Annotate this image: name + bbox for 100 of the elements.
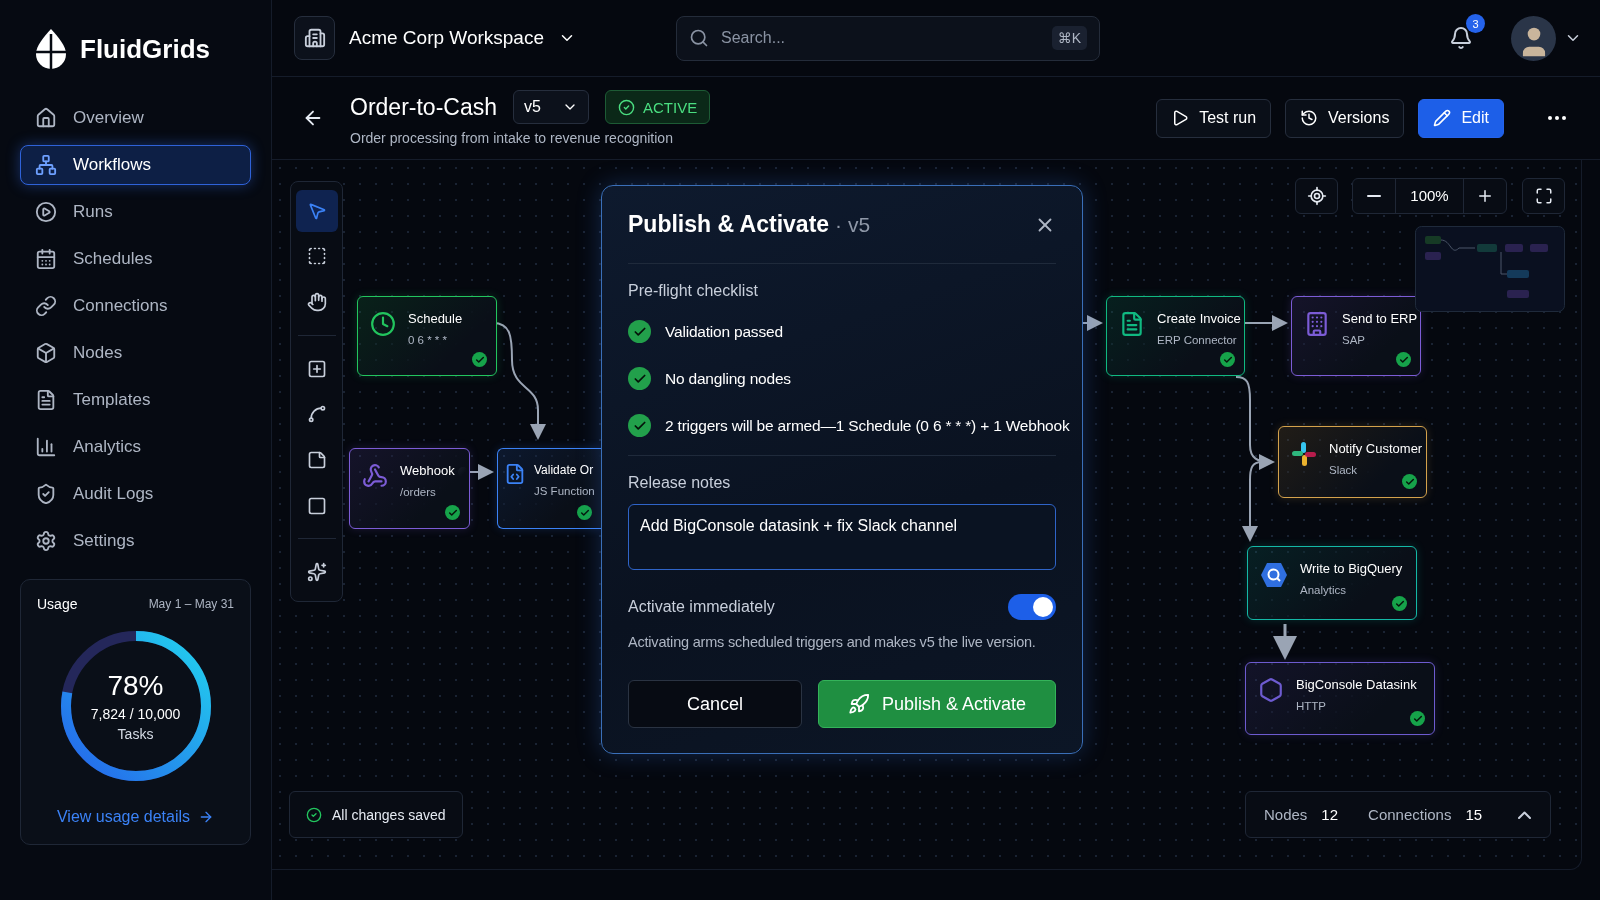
edit-button[interactable]: Edit xyxy=(1418,98,1504,138)
help-text: Activating arms scheduled triggers and makes v5 the live version. xyxy=(628,634,1037,650)
sidebar-item[interactable]: Connections xyxy=(20,286,251,326)
node-title: Write to BigQuery xyxy=(1300,561,1403,576)
save-status-text: All changes saved xyxy=(332,806,446,823)
notification-count: 3 xyxy=(1466,14,1485,33)
workflow-node[interactable]: Webhook /orders xyxy=(349,448,470,529)
sidebar-item[interactable]: Analytics xyxy=(20,427,251,467)
hand-icon xyxy=(306,292,327,313)
workflow-node[interactable]: Validate Or JS Function xyxy=(497,448,601,529)
nav-icon xyxy=(35,201,57,223)
connector xyxy=(458,464,494,480)
sidebar-item[interactable]: Settings xyxy=(20,521,251,561)
node-title: BigConsole Datasink xyxy=(1296,677,1417,692)
toggle-label: Activate immediately xyxy=(628,598,775,616)
version-select[interactable]: v5 xyxy=(513,90,589,124)
sidebar-item[interactable]: Audit Logs xyxy=(20,474,251,514)
usage-period: May 1 – May 31 xyxy=(148,597,234,611)
sidebar-item[interactable]: Runs xyxy=(20,192,251,232)
shortcut-hint: ⌘K xyxy=(1051,26,1087,50)
nav-icon xyxy=(35,530,57,552)
brand-name: FluidGrids xyxy=(80,33,210,65)
test-button[interactable]: Test run xyxy=(1156,98,1272,138)
publish-button[interactable]: Publish & Activate xyxy=(818,680,1056,728)
sidebar-item[interactable]: Templates xyxy=(20,380,251,420)
check-icon xyxy=(1402,474,1417,489)
usage-unit: Tasks xyxy=(117,726,154,742)
frame-icon xyxy=(306,495,327,516)
rocket-icon xyxy=(847,693,870,715)
checklist-item: 2 triggers will be armed—1 Schedule (0 6 * * *) + 1 Webhook xyxy=(665,416,1070,435)
building-icon xyxy=(1304,311,1330,337)
stat-value: 12 xyxy=(1321,806,1339,823)
nav-icon xyxy=(35,107,57,129)
workflow-node[interactable]: Notify Customer Slack xyxy=(1278,426,1427,498)
marquee-select-icon xyxy=(306,246,327,267)
nav-icon xyxy=(35,295,57,317)
check-icon xyxy=(472,352,487,367)
sidebar-item[interactable]: Nodes xyxy=(20,333,251,373)
workflow-node[interactable]: Create Invoice ERP Connector xyxy=(1106,296,1245,376)
check-circle-icon xyxy=(618,98,635,116)
workflow-node[interactable]: Send to ERP SAP xyxy=(1291,296,1421,376)
node-title: Validate Or xyxy=(534,463,595,477)
workflow-node[interactable]: Write to BigQuery Analytics xyxy=(1247,546,1417,620)
checklist-item: Validation passed xyxy=(665,322,783,341)
cancel-button[interactable]: Cancel xyxy=(628,680,802,728)
sidebar-item[interactable]: Schedules xyxy=(20,239,251,279)
zoom-level: 100% xyxy=(1395,179,1464,213)
release-notes-field[interactable]: Add BigConsole datasink + fix Slack channel xyxy=(628,504,1056,570)
sidebar-item[interactable]: Overview xyxy=(20,98,251,138)
workspace-switcher[interactable]: Acme Corp Workspace xyxy=(349,27,576,49)
nav-icon xyxy=(35,154,57,176)
sidebar-item[interactable]: Workflows xyxy=(20,145,251,185)
search-field[interactable]: Search... xyxy=(719,16,1042,60)
user-avatar[interactable] xyxy=(1511,15,1556,61)
search-icon xyxy=(689,28,709,48)
crosshair-icon xyxy=(1306,186,1327,206)
check-icon xyxy=(1392,596,1407,611)
document-icon xyxy=(1119,311,1145,337)
nav-icon xyxy=(35,389,57,411)
check-circle-icon xyxy=(306,806,322,823)
webhook-icon xyxy=(362,463,388,489)
pencil-icon xyxy=(1433,109,1452,127)
section-label: Release notes xyxy=(628,474,732,492)
stat-label: Connections xyxy=(1368,806,1452,823)
node-subtitle: JS Function xyxy=(534,485,595,497)
workspace-button[interactable] xyxy=(294,16,335,60)
search-box[interactable]: Search... ⌘K xyxy=(676,15,1100,61)
check-icon xyxy=(1220,352,1235,367)
usage-percent: 78% xyxy=(107,670,164,702)
nav-icon xyxy=(35,436,57,458)
status-badge: ACTIVE xyxy=(605,90,711,124)
workflow-description: Order processing from intake to revenue recognition xyxy=(350,130,674,146)
activate-toggle[interactable] xyxy=(1008,594,1056,620)
sticky-note-icon xyxy=(306,449,327,470)
logo-icon xyxy=(34,28,68,70)
usage-title: Usage xyxy=(37,596,78,612)
minus-icon xyxy=(1367,195,1381,197)
workflow-title: Order-to-Cash xyxy=(350,93,497,121)
chevron-up-icon xyxy=(1518,810,1532,819)
connector xyxy=(1273,624,1297,660)
fullscreen-button[interactable] xyxy=(1522,178,1565,214)
recenter-button[interactable] xyxy=(1295,178,1338,214)
node-title: Create Invoice xyxy=(1157,311,1241,326)
workflow-node[interactable]: Schedule 0 6 * * * xyxy=(357,296,497,376)
node-subtitle: Analytics xyxy=(1300,584,1348,596)
versions-button[interactable]: Versions xyxy=(1285,98,1405,138)
more-icon xyxy=(1548,116,1566,120)
node-subtitle: /orders xyxy=(400,486,437,498)
dialog-version: · v5 xyxy=(835,212,871,237)
workflow-node[interactable]: BigConsole Datasink HTTP xyxy=(1245,662,1435,735)
bell-icon[interactable] xyxy=(1449,26,1473,50)
check-icon xyxy=(1396,352,1411,367)
history-icon xyxy=(1300,109,1319,127)
pointer-tool[interactable] xyxy=(295,190,338,232)
usage-details-link[interactable]: View usage details xyxy=(56,808,215,826)
building-icon xyxy=(303,27,326,49)
node-title: Webhook xyxy=(400,463,455,478)
slack-logo-icon xyxy=(1291,441,1317,467)
add-node-icon xyxy=(306,358,327,379)
check-icon xyxy=(1410,711,1425,726)
